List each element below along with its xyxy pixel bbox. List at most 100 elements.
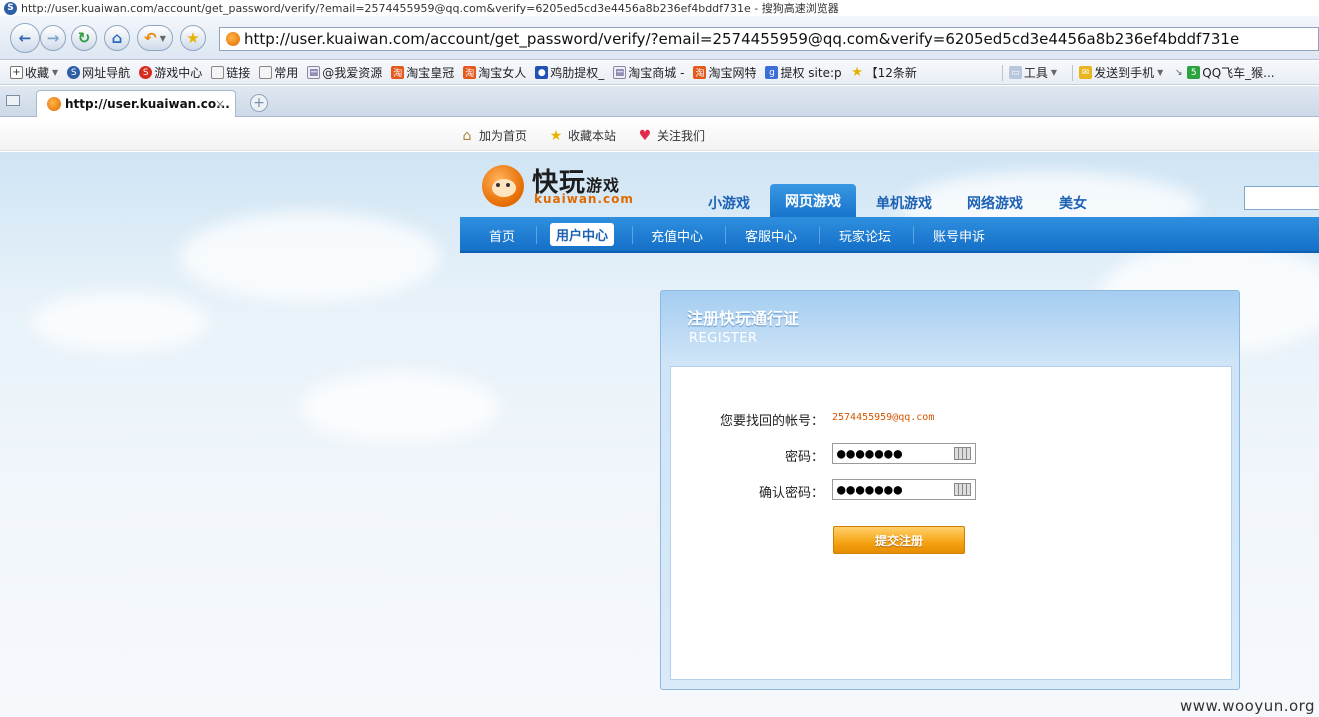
house-icon: ⌂ [462, 127, 472, 144]
tab-beauty[interactable]: 美女 [1059, 193, 1087, 213]
taobao-icon: 淘 [463, 66, 477, 79]
page-icon: ▤ [613, 66, 627, 79]
close-tab-icon[interactable]: × [215, 97, 225, 111]
tools-menu[interactable]: ▭ 工具 ▼ [1008, 64, 1058, 81]
logo-domain: kuaiwan.com [534, 192, 634, 206]
site-search-input[interactable] [1244, 186, 1319, 210]
subnav-forum[interactable]: 玩家论坛 [839, 226, 891, 245]
subnav-divider [819, 226, 820, 244]
back-arrow-icon: ← [18, 29, 32, 47]
chevron-down-icon: ▼ [159, 33, 166, 43]
star-icon: ★ [186, 29, 200, 47]
panel-title: 注册快玩通行证 [687, 309, 800, 328]
chevron-down-icon: ▼ [52, 68, 59, 77]
home-icon: ⌂ [111, 29, 123, 47]
bookmark-game-center[interactable]: S 游戏中心 [139, 64, 202, 81]
game-icon: S [139, 66, 153, 79]
window-title: http://user.kuaiwan.com/account/get_pass… [21, 2, 839, 15]
taobao-icon: 淘 [391, 66, 405, 79]
bookmark-qq-speed[interactable]: ↘ 5 QQ飞车_猴... [1172, 64, 1275, 81]
tab-mini-games[interactable]: 小游戏 [708, 193, 750, 213]
site-favicon-icon [47, 97, 61, 111]
star-icon: ★ [851, 65, 863, 80]
taobao-icon: 淘 [693, 66, 707, 79]
forward-button[interactable]: → [40, 25, 66, 51]
bookmark-taobao-women[interactable]: 淘淘宝女人 [463, 64, 526, 81]
bookmark-common[interactable]: 常用 [259, 64, 298, 81]
bookmarks-bar: + 收藏 ▼ S 网址导航 S 游戏中心 链接 常用 ▤ @我爱资源 淘淘宝皇冠 淘淘宝女… [0, 61, 1319, 85]
bookmark-nav[interactable]: S 网址导航 [67, 64, 130, 81]
toolbar-divider [1001, 64, 1003, 81]
refresh-icon: ↻ [77, 29, 91, 47]
refresh-button[interactable]: ↻ [71, 25, 97, 51]
plus-icon: + [253, 95, 265, 111]
subnav-divider [725, 226, 726, 244]
sub-navigation: 首页 用户中心 充值中心 客服中心 玩家论坛 账号申诉 [460, 217, 1319, 253]
forward-arrow-icon: → [46, 29, 60, 47]
undo-icon: ↶ [144, 29, 157, 47]
browser-toolbar: ← → ↻ ⌂ ↶ ▼ ★ http://user.kuaiwan.com/acc… [0, 16, 1319, 60]
subnav-customer-service[interactable]: 客服中心 [745, 226, 797, 245]
tab-kuaiwan[interactable]: http://user.kuaiwan.co... × [36, 90, 236, 117]
bookmark-taobao-crown[interactable]: 淘淘宝皇冠 [391, 64, 454, 81]
back-button[interactable]: ← [10, 23, 40, 53]
folder-icon [211, 66, 225, 79]
password-input[interactable]: ●●●●●●● [832, 443, 976, 464]
arrow-icon: ↘ [1174, 67, 1183, 78]
address-text: http://user.kuaiwan.com/account/get_pass… [244, 30, 1240, 48]
panel-subtitle: REGISTER [689, 331, 758, 346]
subnav-divider [632, 226, 633, 244]
subnav-divider [913, 226, 914, 244]
plus-icon: + [10, 66, 23, 79]
address-bar[interactable]: http://user.kuaiwan.com/account/get_pass… [219, 27, 1319, 51]
bookmark-taobao-special[interactable]: 淘淘宝网特 [693, 64, 756, 81]
toolbox-icon: ▭ [1008, 66, 1022, 79]
watermark: www.wooyun.org [1180, 697, 1316, 715]
sogou-browser-icon: S [4, 1, 17, 15]
confirm-password-input[interactable]: ●●●●●●● [832, 479, 976, 500]
chevron-down-icon: ▼ [1050, 68, 1058, 77]
subnav-home[interactable]: 首页 [489, 226, 515, 245]
new-tab-button[interactable]: + [250, 94, 268, 112]
send-to-phone-menu[interactable]: ✉ 发送到手机 ▼ [1079, 64, 1163, 81]
account-value: 2574455959@qq.com [832, 412, 935, 423]
tab-web-games[interactable]: 网页游戏 [770, 184, 856, 217]
chevron-down-icon: ▼ [1157, 68, 1164, 77]
account-label: 您要找回的帐号： [719, 414, 824, 429]
tab-online-games[interactable]: 网络游戏 [967, 193, 1023, 213]
home-button[interactable]: ⌂ [104, 25, 130, 51]
submit-register-button[interactable]: 提交注册 [833, 526, 965, 554]
favorite-button[interactable]: ★ [180, 25, 206, 51]
qq-game-icon: 5 [1187, 66, 1201, 79]
phone-icon: ✉ [1079, 66, 1093, 79]
bookmark-site-link[interactable]: ★ 收藏本站 [548, 127, 616, 144]
kuaiwan-mascot-logo-icon[interactable] [482, 165, 524, 207]
subnav-recharge[interactable]: 充值中心 [651, 226, 703, 245]
tab-title: http://user.kuaiwan.co... [65, 97, 230, 111]
bookmark-news[interactable]: ★ 【12条新 [851, 64, 917, 81]
window-title-bar: S http://user.kuaiwan.com/account/get_pa… [0, 0, 1319, 16]
undo-close-button[interactable]: ↶ ▼ [137, 25, 173, 51]
follow-us-link[interactable]: ♥ 关注我们 [637, 127, 705, 144]
sogou-icon: S [67, 66, 81, 79]
folder-icon [259, 66, 273, 79]
bookmark-resource[interactable]: ▤ @我爱资源 [307, 64, 382, 81]
site-favicon-icon [226, 32, 240, 46]
tab-bar: http://user.kuaiwan.co... × + [0, 86, 1319, 117]
bookmark-taobao-mall[interactable]: ▤ 淘宝商城 - [613, 64, 684, 81]
password-label: 密码： [784, 450, 824, 465]
subnav-user-center[interactable]: 用户中心 [550, 223, 615, 246]
virtual-keyboard-icon[interactable] [954, 483, 971, 496]
virtual-keyboard-icon[interactable] [954, 447, 971, 460]
subnav-account-appeal[interactable]: 账号申诉 [933, 226, 985, 245]
set-homepage-link[interactable]: ⌂ 加为首页 [459, 127, 527, 144]
bookmark-collect[interactable]: + 收藏 ▼ [10, 64, 58, 81]
subnav-divider [536, 226, 537, 244]
google-icon: g [765, 66, 779, 79]
bookmark-links[interactable]: 链接 [211, 64, 250, 81]
tab-single-games[interactable]: 单机游戏 [876, 193, 932, 213]
sidebar-toggle-icon[interactable] [6, 95, 20, 106]
site-top-bar: ⌂ 加为首页 ★ 收藏本站 ♥ 关注我们 [0, 118, 1319, 151]
bookmark-jilei[interactable]: ● 鸡肋提权_ [535, 64, 604, 81]
bookmark-google[interactable]: g 提权 site:p [765, 64, 842, 81]
